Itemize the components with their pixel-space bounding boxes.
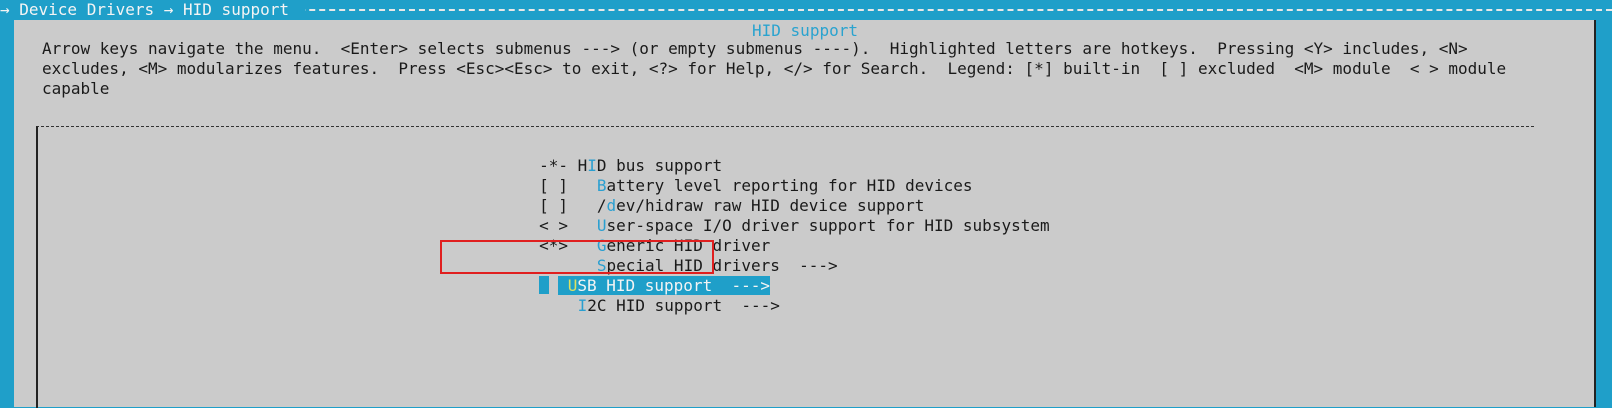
menu-item-usb-hid-support[interactable]: USB HID support ---> — [462, 256, 1050, 295]
menu-item-user-space-io-driver[interactable]: < > User-space I/O driver support for HI… — [462, 196, 1050, 235]
menu-item-battery-level-reporting[interactable]: [ ] Battery level reporting for HID devi… — [462, 156, 1050, 195]
menuconfig-dialog: HID support Arrow keys navigate the menu… — [14, 20, 1596, 408]
menu-item-special-hid-drivers[interactable]: Special HID drivers ---> — [462, 236, 1050, 275]
item-label: 2C HID support ---> — [587, 296, 780, 315]
menu-list: -*- HID bus support [ ] Battery level re… — [462, 136, 1050, 315]
dialog-title: HID support — [752, 21, 858, 40]
breadcrumb: → Device Drivers → HID support — [0, 0, 305, 20]
menu-box: -*- HID bus support [ ] Battery level re… — [36, 126, 1534, 408]
menu-item-hidraw-support[interactable]: [ ] /dev/hidraw raw HID device support — [462, 176, 1050, 215]
dialog-frame — [1594, 20, 1596, 407]
breadcrumb-bar: → Device Drivers → HID support — [0, 0, 1612, 20]
menu-item-i2c-hid-support[interactable]: I2C HID support ---> — [462, 276, 1050, 315]
help-text: Arrow keys navigate the menu. <Enter> se… — [42, 39, 1507, 98]
hotkey: I — [577, 296, 588, 315]
menu-item-generic-hid-driver[interactable]: <*> Generic HID driver — [462, 216, 1050, 255]
menu-item-hid-bus-support[interactable]: -*- HID bus support — [462, 136, 1050, 175]
